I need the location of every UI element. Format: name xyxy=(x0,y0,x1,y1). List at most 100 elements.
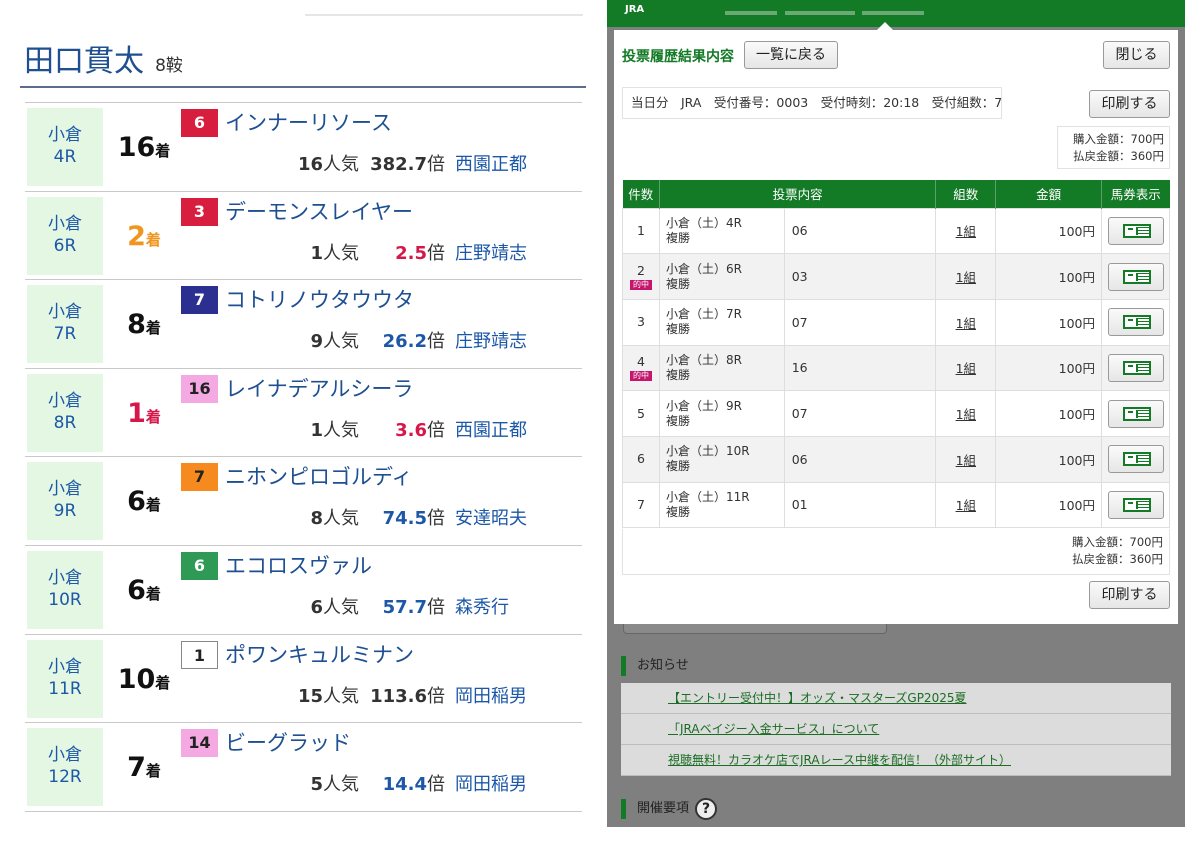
help-icon[interactable]: ? xyxy=(695,797,718,820)
print-button-top[interactable]: 印刷する xyxy=(1089,90,1170,118)
ride-row: 小倉 8R 1着 16 レイナデアルシーラ 1人気 3.6倍 西園正都 xyxy=(25,369,582,458)
notice-link[interactable]: 【エントリー受付中！】オッズ・マスターズGP2025夏 xyxy=(621,683,1171,714)
ride-row: 小倉 4R 16着 6 インナーリソース 16人気 382.7倍 西園正都 xyxy=(25,103,582,192)
selection: 07 xyxy=(783,390,937,437)
row-number-cell: 1 xyxy=(622,207,660,255)
bet-amount: 100円 xyxy=(995,481,1102,529)
race-label[interactable]: 小倉 4R xyxy=(27,108,103,186)
notice-section: お知らせ 【エントリー受付中！】オッズ・マスターズGP2025夏 「JRAベイジー… xyxy=(621,653,1171,776)
payout-amount-bottom: 払戻金額：360円 xyxy=(1072,552,1163,566)
race-label[interactable]: 小倉 8R xyxy=(27,373,103,452)
ride-row: 小倉 12R 7着 14 ビーグラッド 5人気 14.4倍 岡田稲男 xyxy=(25,723,582,812)
race-label[interactable]: 小倉 7R xyxy=(27,285,103,364)
odds-unit: 倍 xyxy=(427,242,445,264)
row-number-cell: 5 xyxy=(622,390,660,437)
header-tab-1[interactable] xyxy=(725,11,777,15)
ticket-cell xyxy=(1101,253,1170,300)
trainer-link[interactable]: 西園正都 xyxy=(455,153,527,177)
purchase-amount: 購入金額：700円 xyxy=(1073,132,1164,146)
row-number: 3 xyxy=(637,314,645,330)
ticket-display-button[interactable] xyxy=(1107,262,1164,291)
jockey-header: 田口貫太 8鞍 xyxy=(24,36,183,79)
row-number: 6 xyxy=(637,451,645,467)
popularity-rank: 1 xyxy=(310,242,323,264)
finish-position: 1着 xyxy=(103,398,185,432)
popularity: 5人気 xyxy=(245,773,359,797)
race-label[interactable]: 小倉 10R xyxy=(27,550,103,629)
row-number: 1 xyxy=(637,222,645,238)
combination-link[interactable]: 1組 xyxy=(935,390,997,437)
horse-number-badge: 14 xyxy=(181,729,218,758)
race-name: 小倉（土）7R xyxy=(665,307,742,322)
receipt-info: 当日分 JRA 受付番号：0003 受付時刻：20:18 受付組数：7 xyxy=(622,87,1002,119)
jockey-name[interactable]: 田口貫太 xyxy=(24,44,144,79)
horse-name-link[interactable]: コトリノウタウウタ xyxy=(225,286,414,314)
bet-amount: 100円 xyxy=(995,298,1102,346)
vote-table: 件数 投票内容 組数 金額 馬券表示 1 小倉（土）4R 複勝 06 1組 100円 2的… xyxy=(622,180,1170,529)
horse-name-link[interactable]: ニホンピロゴルディ xyxy=(225,463,413,491)
horse-name-link[interactable]: ポワンキュルミナン xyxy=(225,641,414,669)
race-label[interactable]: 小倉 9R xyxy=(27,462,103,541)
race-label[interactable]: 小倉 11R xyxy=(27,639,103,718)
combination-link[interactable]: 1組 xyxy=(935,298,997,346)
row-number: 4 xyxy=(637,353,645,369)
horse-name-link[interactable]: エコロスヴァル xyxy=(225,552,372,580)
track-name: 小倉 xyxy=(48,390,82,411)
horse-number-badge: 1 xyxy=(181,640,218,669)
horse-name-link[interactable]: レイナデアルシーラ xyxy=(225,375,413,403)
horse-number-badge: 6 xyxy=(181,551,218,580)
ticket-display-button[interactable] xyxy=(1107,353,1164,382)
selection: 06 xyxy=(783,435,937,483)
odds: 2.5倍 xyxy=(359,242,445,266)
race-name: 小倉（土）4R xyxy=(665,215,742,230)
horse-name-link[interactable]: デーモンスレイヤー xyxy=(225,198,413,226)
row-number-cell: 3 xyxy=(622,298,660,346)
trainer-link[interactable]: 庄野靖志 xyxy=(455,242,527,266)
ticket-display-button[interactable] xyxy=(1107,216,1164,245)
amount-summary-bottom: 購入金額：700円 払戻金額：360円 xyxy=(622,529,1170,575)
table-row: 7 小倉（土）11R 複勝 01 1組 100円 xyxy=(622,481,1170,529)
trainer-link[interactable]: 岡田稲男 xyxy=(455,773,527,797)
horse-number-badge: 6 xyxy=(181,109,218,137)
place-unit: 着 xyxy=(145,584,161,603)
ticket-display-button[interactable] xyxy=(1107,490,1164,519)
combination-link[interactable]: 1組 xyxy=(935,344,997,392)
header-tab-3[interactable] xyxy=(862,11,924,15)
ticket-display-button[interactable] xyxy=(1107,445,1164,474)
popularity: 1人気 xyxy=(245,242,359,266)
selection: 07 xyxy=(783,298,937,346)
combination-link[interactable]: 1組 xyxy=(935,207,997,255)
race-label[interactable]: 小倉 12R xyxy=(27,728,103,807)
ticket-display-button[interactable] xyxy=(1107,399,1164,428)
combination-link[interactable]: 1組 xyxy=(935,481,997,529)
odds-value: 57.7 xyxy=(382,596,427,618)
track-name: 小倉 xyxy=(48,302,82,323)
ticket-display-button[interactable] xyxy=(1107,308,1164,337)
print-button-bottom[interactable]: 印刷する xyxy=(1089,581,1170,609)
table-header: 件数 投票内容 組数 金額 馬券表示 xyxy=(622,180,1170,208)
track-name: 小倉 xyxy=(48,213,82,234)
race-number: 9R xyxy=(53,501,77,522)
header-tab-2[interactable] xyxy=(785,11,855,15)
horse-name-link[interactable]: ビーグラッド xyxy=(225,729,351,757)
row-number-cell: 2 的中 xyxy=(622,253,660,300)
trainer-link[interactable]: 西園正都 xyxy=(455,419,527,443)
horse-name-link[interactable]: インナーリソース xyxy=(225,109,392,137)
combination-link[interactable]: 1組 xyxy=(935,253,997,300)
notice-link[interactable]: 「JRAベイジー入金サービス」について xyxy=(621,714,1171,745)
back-to-list-button[interactable]: 一覧に戻る xyxy=(744,41,838,69)
place-unit: 着 xyxy=(145,407,161,426)
race-label[interactable]: 小倉 6R xyxy=(27,196,103,275)
race-cell: 小倉（土）6R 複勝 xyxy=(658,253,785,300)
trainer-link[interactable]: 森秀行 xyxy=(455,596,509,620)
trainer-link[interactable]: 庄野靖志 xyxy=(455,330,527,354)
trainer-link[interactable]: 岡田稲男 xyxy=(455,685,527,709)
notice-link[interactable]: 視聴無料！カラオケ店でJRAレース中継を配信！（外部サイト） xyxy=(621,745,1171,776)
table-row: 6 小倉（土）10R 複勝 06 1組 100円 xyxy=(622,435,1170,483)
close-button[interactable]: 閉じる xyxy=(1103,41,1170,69)
odds-value: 14.4 xyxy=(382,774,427,796)
trainer-link[interactable]: 安達昭夫 xyxy=(455,507,527,531)
jra-header-bar: JRA xyxy=(607,0,1185,27)
header-amount: 金額 xyxy=(995,180,1102,208)
combination-link[interactable]: 1組 xyxy=(935,435,997,483)
